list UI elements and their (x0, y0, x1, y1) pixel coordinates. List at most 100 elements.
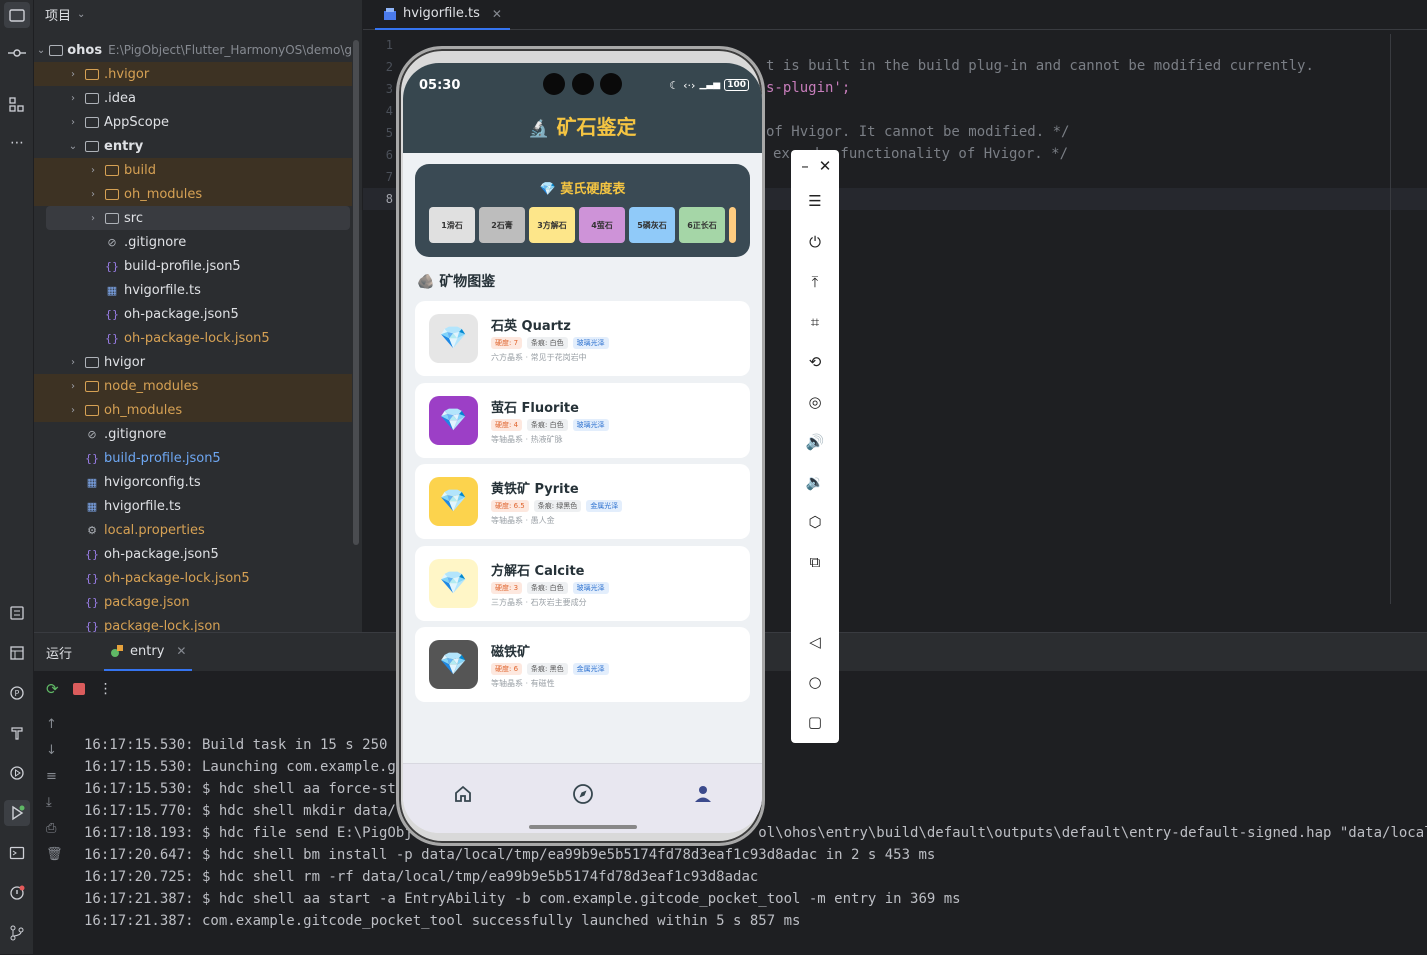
mohs-chip[interactable]: 1滑石 (429, 207, 475, 243)
editor-tab-hvigorfile[interactable]: hvigorfile.ts ✕ (375, 0, 510, 30)
structure-icon[interactable] (4, 92, 30, 118)
chevron-down-icon[interactable]: ⌄ (37, 45, 45, 56)
close-icon[interactable]: ✕ (815, 156, 835, 176)
build-icon[interactable] (4, 720, 30, 746)
screenshot-icon[interactable]: ◎ (805, 392, 825, 412)
mohs-chip[interactable] (729, 207, 736, 243)
arrow-down-icon[interactable]: ↓ (46, 743, 57, 758)
close-icon[interactable]: ✕ (492, 7, 502, 21)
chevron-right-icon[interactable]: › (86, 165, 100, 176)
tree-item-label: node_modules (104, 378, 199, 394)
mohs-chip[interactable]: 6正长石 (679, 207, 725, 243)
mineral-card[interactable]: 💎 方解石 Calcite 硬度: 3 条痕: 白色 玻璃光泽 三方晶系 · 石灰岩主要成… (415, 545, 750, 621)
chevron-right-icon[interactable]: › (66, 93, 80, 104)
mohs-chip[interactable]: 2石膏 (479, 207, 525, 243)
tree-item[interactable]: › build (34, 158, 352, 182)
chevron-right-icon[interactable]: › (66, 405, 80, 416)
services-icon[interactable] (4, 760, 30, 786)
tree-item[interactable]: › node_modules (34, 374, 352, 398)
tree-item[interactable]: {} oh-package-lock.json5 (34, 326, 352, 350)
tree-item[interactable]: {} package.json (34, 590, 352, 614)
mineral-card[interactable]: 💎 石英 Quartz 硬度: 7 条痕: 白色 玻璃光泽 六方晶系 · 常见于花岗岩中 (415, 301, 750, 376)
layout-icon[interactable] (4, 640, 30, 666)
tree-item[interactable]: {} oh-package.json5 (34, 302, 352, 326)
mineral-card[interactable]: 💎 磁铁矿 硬度: 6 条痕: 黑色 金属光泽 等轴晶系 · 有磁性 (415, 627, 750, 702)
more-vertical-icon[interactable]: ⋮ (99, 681, 113, 697)
person-icon[interactable] (691, 782, 715, 806)
tree-item[interactable]: ▦ hvigorfile.ts (34, 278, 352, 302)
volume-up-icon[interactable]: 🔊 (805, 432, 825, 452)
rerun-icon[interactable]: ⟳ (46, 680, 59, 698)
soft-wrap-icon[interactable]: ≡ (46, 769, 57, 784)
chevron-right-icon[interactable]: › (66, 381, 80, 392)
tree-item[interactable]: {} build-profile.json5 (34, 254, 352, 278)
terminal-icon[interactable] (4, 840, 30, 866)
crop-icon[interactable]: ⌗ (805, 312, 825, 332)
chevron-down-icon[interactable]: ⌄ (66, 141, 80, 152)
tree-item[interactable]: › .idea (34, 86, 352, 110)
mineral-card[interactable]: 💎 黄铁矿 Pyrite 硬度: 6.5 条痕: 绿黑色 金属光泽 等轴晶系 · 愚人金 (415, 464, 750, 539)
tree-item[interactable]: › AppScope (34, 110, 352, 134)
tree-item[interactable]: {} oh-package-lock.json5 (34, 566, 352, 590)
mohs-chip[interactable]: 5磷灰石 (629, 207, 675, 243)
compass-icon[interactable] (571, 782, 595, 806)
profiler-icon[interactable]: P (4, 680, 30, 706)
rotate-icon[interactable]: ⟲ (805, 352, 825, 372)
code-line[interactable]: s-plugin'; (766, 80, 850, 96)
shake-icon[interactable]: ⬡ (805, 512, 825, 532)
trash-icon[interactable]: 🗑 (46, 847, 63, 862)
tree-item[interactable]: › hvigor (34, 350, 352, 374)
tree-item[interactable]: › oh_modules (34, 398, 352, 422)
mineral-card[interactable]: 💎 萤石 Fluorite 硬度: 4 条痕: 白色 玻璃光泽 等轴晶系 · 热液矿脉 (415, 382, 750, 458)
home-icon[interactable] (451, 782, 475, 806)
run-tab-entry[interactable]: entry ✕ (104, 633, 193, 671)
tree-item[interactable]: ⚙ local.properties (34, 518, 352, 542)
tree-item[interactable]: ⊘ .gitignore (34, 422, 352, 446)
project-panel-header[interactable]: 项目 ⌄ (34, 0, 362, 28)
multi-screen-icon[interactable]: ⧉ (805, 552, 825, 572)
mohs-chip[interactable]: 3方解石 (529, 207, 575, 243)
mohs-chip[interactable]: 4萤石 (579, 207, 625, 243)
more-icon[interactable]: ⋯ (4, 130, 30, 156)
chevron-right-icon[interactable]: › (86, 213, 100, 224)
git-branch-icon[interactable] (4, 920, 30, 946)
tree-item[interactable]: {} package-lock.json (34, 614, 352, 633)
tree-item[interactable]: {} oh-package.json5 (34, 542, 352, 566)
problems-icon[interactable] (4, 880, 30, 906)
tree-item[interactable]: ▦ hvigorconfig.ts (34, 470, 352, 494)
tree-item[interactable]: ⊘ .gitignore (34, 230, 352, 254)
power-icon[interactable]: ⏻ (805, 232, 825, 252)
home-indicator[interactable] (529, 825, 637, 829)
tree-item[interactable]: {} build-profile.json5 (34, 446, 352, 470)
folder-icon[interactable] (4, 2, 30, 28)
chevron-right-icon[interactable]: › (66, 69, 80, 80)
menu-icon[interactable]: ☰ (805, 191, 825, 211)
phone-screen[interactable]: 05:30 ☾ ‹·› ▁▃▅ 100 🔬 矿石鉴定 💎 莫氏硬度表 1滑石 2… (403, 63, 762, 833)
arrow-up-icon[interactable]: ↑ (46, 717, 57, 732)
print-icon[interactable]: ⎙ (46, 821, 56, 836)
tree-item[interactable]: › .hvigor (34, 62, 352, 86)
tree-item[interactable]: › oh_modules (34, 182, 352, 206)
minimize-icon[interactable]: – (795, 156, 815, 176)
pin-top-icon[interactable]: ⤒ (805, 272, 825, 292)
stop-icon[interactable] (72, 683, 85, 695)
chevron-right-icon[interactable]: › (66, 117, 80, 128)
todo-icon[interactable] (4, 600, 30, 626)
home-circle-icon[interactable]: ○ (805, 672, 825, 692)
close-icon[interactable]: ✕ (176, 644, 186, 658)
scroll-to-end-icon[interactable]: ⤓ (46, 795, 52, 810)
commit-icon[interactable] (4, 40, 30, 66)
tree-item[interactable]: › src (46, 206, 350, 230)
tree-item[interactable]: ⌄ entry (34, 134, 352, 158)
tree-item[interactable]: ⌄ ohos E:\PigObject\Flutter_HarmonyOS\demo… (34, 38, 352, 62)
tree-item[interactable]: ▦ hvigorfile.ts (34, 494, 352, 518)
code-line[interactable]: of Hvigor. It cannot be modified. */ (766, 124, 1069, 140)
back-icon[interactable]: ◁ (805, 632, 825, 652)
recent-apps-icon[interactable]: ▢ (805, 712, 825, 732)
chevron-right-icon[interactable]: › (66, 357, 80, 368)
volume-down-icon[interactable]: 🔉 (805, 472, 825, 492)
chevron-right-icon[interactable]: › (86, 189, 100, 200)
project-scrollbar[interactable] (353, 40, 359, 545)
run-icon[interactable] (4, 800, 30, 826)
code-line[interactable]: t is built in the build plug-in and cann… (766, 58, 1314, 74)
